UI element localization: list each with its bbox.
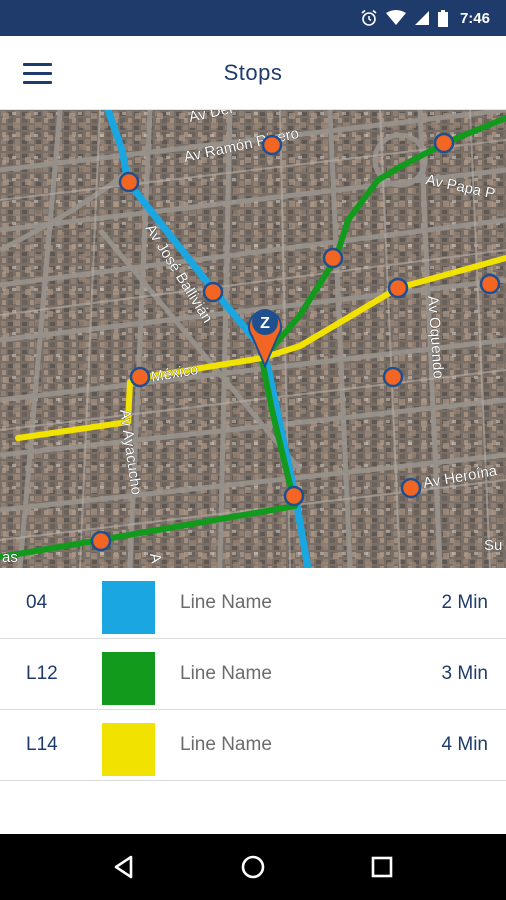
stop-marker[interactable] [261, 134, 283, 156]
line-name: Line Name [180, 592, 272, 613]
stop-marker[interactable] [129, 366, 151, 388]
line-row[interactable]: L12 Line Name 3 Min [0, 639, 506, 710]
line-color-swatch [102, 652, 155, 705]
stop-marker[interactable] [202, 281, 224, 303]
stop-marker[interactable] [90, 530, 112, 552]
signal-icon [414, 10, 430, 26]
status-bar: 7:46 [0, 0, 506, 36]
stop-marker[interactable] [118, 171, 140, 193]
stop-marker[interactable] [479, 273, 501, 295]
stop-marker[interactable] [382, 366, 404, 388]
home-icon[interactable] [228, 842, 278, 892]
line-name: Line Name [180, 734, 272, 755]
navigation-bar [0, 834, 506, 900]
line-code: L12 [26, 663, 58, 684]
hamburger-menu-icon[interactable] [14, 51, 60, 95]
map-canvas[interactable]: Av Der Av Ramón Rivero Av Papa P Av José… [0, 110, 506, 568]
map-view[interactable]: Av Der Av Ramón Rivero Av Papa P Av José… [0, 110, 506, 568]
line-code: L14 [26, 734, 58, 755]
street-label: Su [484, 537, 502, 554]
line-eta: 4 Min [441, 734, 488, 755]
lines-list: 04 Line Name 2 Min L12 Line Name 3 Min L… [0, 568, 506, 781]
status-time: 7:46 [459, 9, 490, 27]
street-label: as [2, 549, 18, 566]
line-code: 04 [26, 592, 48, 613]
page-title: Stops [223, 59, 283, 85]
wifi-icon [385, 10, 406, 26]
stop-marker[interactable] [387, 277, 409, 299]
line-row[interactable]: L14 Line Name 4 Min [0, 710, 506, 781]
alarm-icon [360, 9, 378, 27]
recents-icon[interactable] [357, 842, 407, 892]
stop-marker[interactable] [283, 485, 305, 507]
stop-marker[interactable] [400, 477, 422, 499]
line-name: Line Name [180, 663, 272, 684]
back-icon[interactable] [99, 842, 149, 892]
pin-label: Z [260, 315, 270, 332]
line-row[interactable]: 04 Line Name 2 Min [0, 568, 506, 639]
battery-icon [437, 9, 448, 27]
stop-marker[interactable] [322, 247, 344, 269]
stop-marker[interactable] [433, 132, 455, 154]
line-eta: 2 Min [441, 592, 488, 613]
line-color-swatch [102, 581, 155, 634]
app-bar: Stops [0, 36, 506, 110]
line-color-swatch [102, 723, 155, 776]
line-eta: 3 Min [441, 663, 488, 684]
